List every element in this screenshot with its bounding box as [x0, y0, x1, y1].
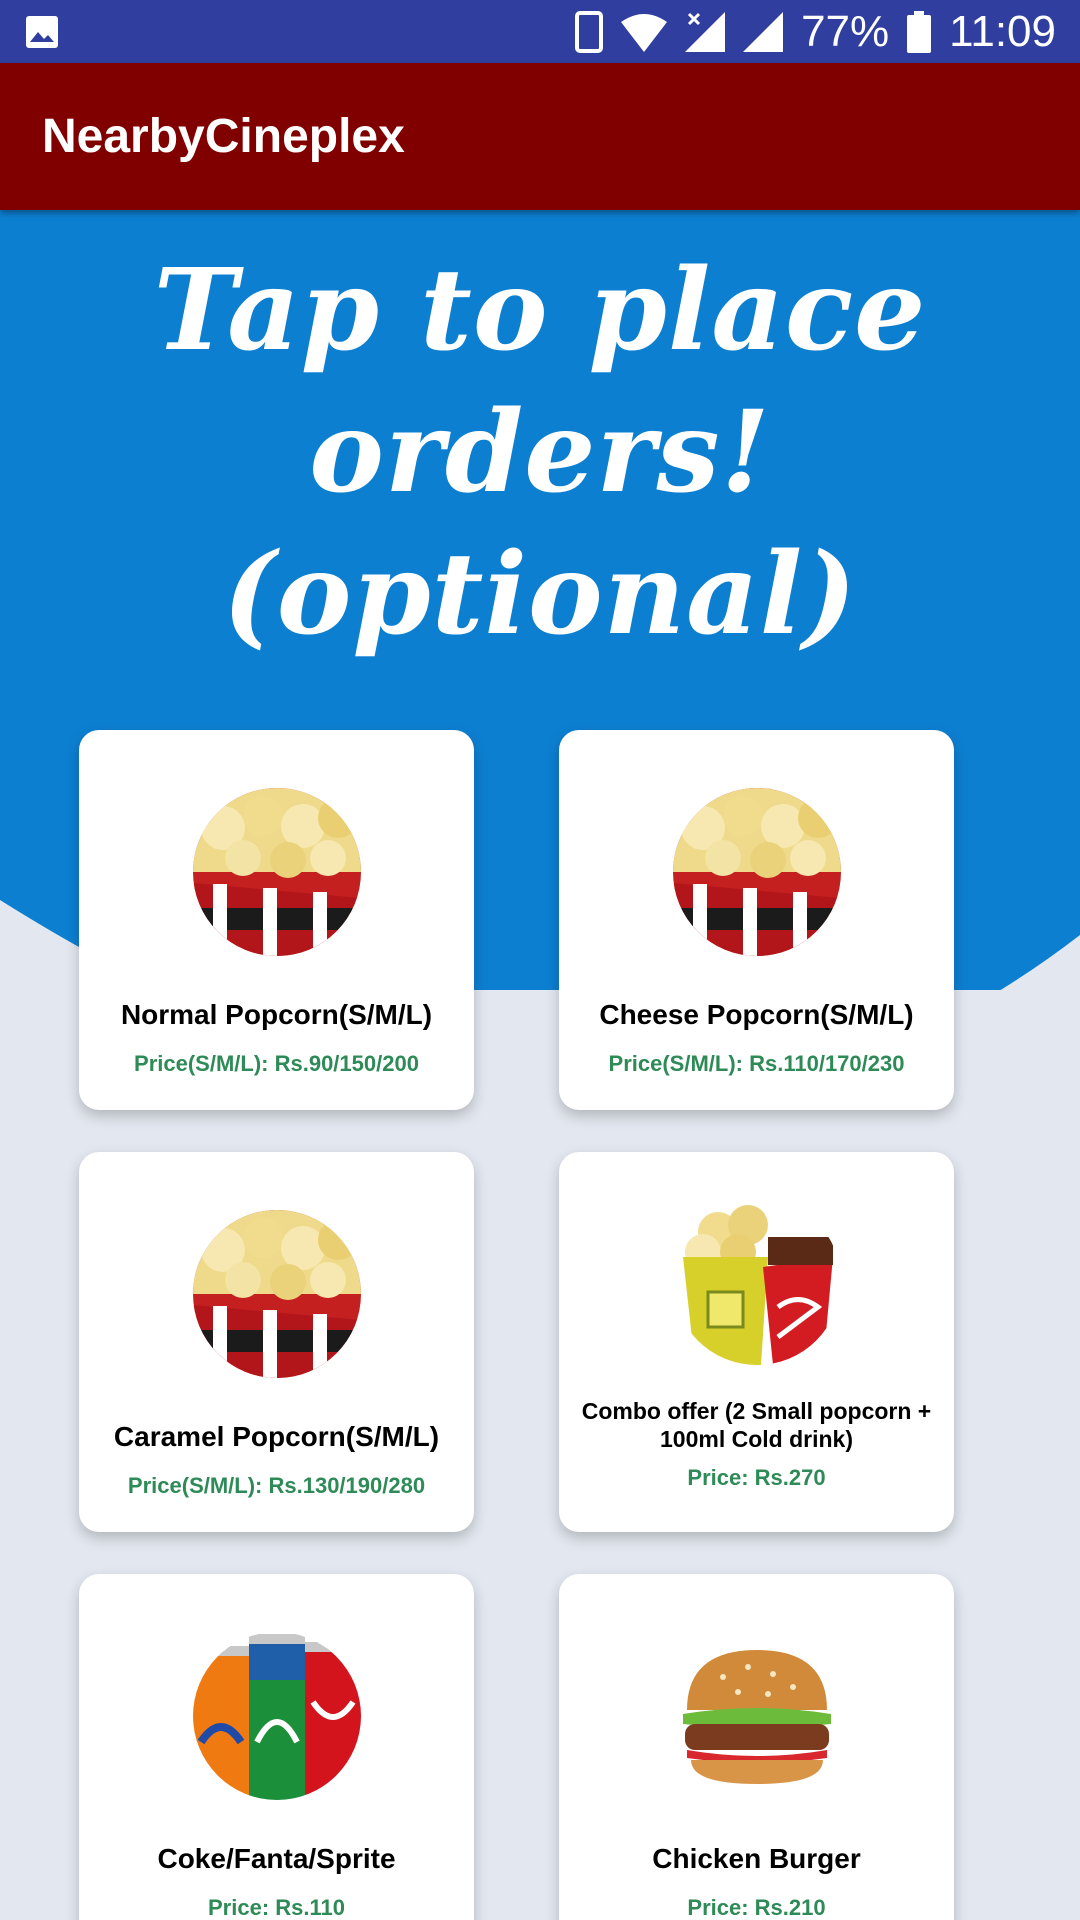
screen: 77% 11:09 NearbyCineplex Tap to place or… — [0, 0, 1080, 1920]
popcorn-image — [192, 1210, 361, 1378]
clock: 11:09 — [949, 7, 1056, 56]
burger-image — [672, 1632, 841, 1800]
item-name: Combo offer (2 Small popcorn + 100ml Col… — [581, 1398, 932, 1452]
battery-icon — [907, 10, 932, 53]
hero-heading: Tap to place orders! (optional) — [0, 240, 1080, 666]
menu-item-card[interactable]: Normal Popcorn(S/M/L) Price(S/M/L): Rs.9… — [79, 730, 474, 1110]
item-price: Price(S/M/L): Rs.90/150/200 — [134, 1051, 419, 1076]
item-name: Coke/Fanta/Sprite — [157, 1843, 396, 1874]
menu-item-card[interactable]: Caramel Popcorn(S/M/L) Price(S/M/L): Rs.… — [79, 1152, 474, 1532]
menu-item-card[interactable]: Combo offer (2 Small popcorn + 100ml Col… — [559, 1152, 954, 1532]
hero-line-1: Tap to place orders! — [153, 245, 927, 518]
item-price: Price(S/M/L): Rs.130/190/280 — [127, 1473, 426, 1498]
menu-item-card[interactable]: Coke/Fanta/Sprite Price: Rs.110 — [79, 1574, 474, 1920]
item-name: Chicken Burger — [652, 1843, 861, 1874]
app-title: NearbyCineplex — [42, 110, 405, 163]
signal-no-data-icon — [685, 11, 726, 52]
item-price: Price: Rs.210 — [687, 1895, 826, 1920]
phone-vibrate-icon — [575, 10, 604, 53]
status-bar: 77% 11:09 — [0, 0, 1080, 63]
popcorn-image — [192, 788, 361, 956]
signal-icon — [743, 11, 784, 52]
item-price: Price(S/M/L): Rs.110/170/230 — [608, 1051, 905, 1076]
item-price: Price: Rs.270 — [687, 1465, 826, 1490]
soda-cans-image — [192, 1632, 361, 1800]
hero-line-2: (optional) — [222, 529, 858, 660]
app-bar: NearbyCineplex — [0, 63, 1080, 210]
popcorn-image — [672, 788, 841, 956]
menu-item-card[interactable]: Cheese Popcorn(S/M/L) Price(S/M/L): Rs.1… — [559, 730, 954, 1110]
item-name: Cheese Popcorn(S/M/L) — [599, 999, 914, 1030]
menu-item-card[interactable]: Chicken Burger Price: Rs.210 — [559, 1574, 954, 1920]
combo-image — [672, 1197, 841, 1365]
battery-percent: 77% — [801, 7, 890, 56]
item-price: Price: Rs.110 — [208, 1895, 345, 1920]
image-notification-icon — [26, 15, 58, 48]
item-name: Caramel Popcorn(S/M/L) — [113, 1421, 440, 1452]
wifi-icon — [621, 13, 668, 52]
item-name: Normal Popcorn(S/M/L) — [120, 999, 433, 1030]
